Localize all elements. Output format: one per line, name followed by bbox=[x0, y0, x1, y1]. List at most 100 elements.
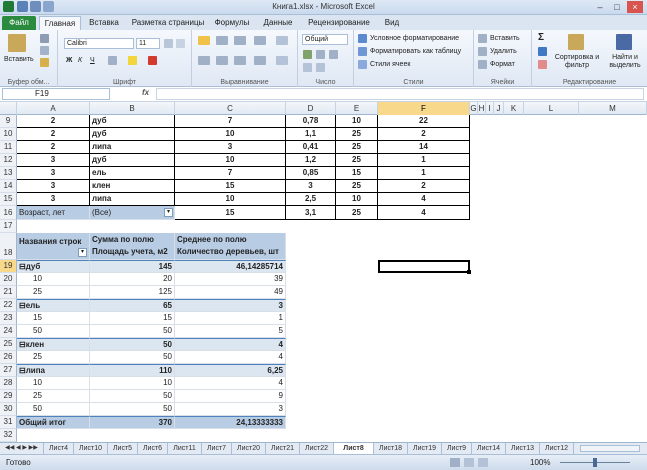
comma-style-icon[interactable] bbox=[329, 50, 338, 59]
sheet-tab[interactable]: Лист22 bbox=[300, 443, 334, 454]
cell[interactable]: дуб bbox=[90, 115, 175, 128]
pivot-item-label[interactable]: 25 bbox=[17, 390, 90, 403]
pivot-item-label[interactable]: 50 bbox=[17, 325, 90, 338]
find-select-button[interactable]: Найти и выделить bbox=[604, 54, 646, 70]
row-header[interactable]: 9 bbox=[0, 115, 17, 128]
row-header[interactable]: 23 bbox=[0, 312, 17, 325]
cell[interactable]: 15 bbox=[336, 167, 378, 180]
pivot-item-label[interactable]: 15 bbox=[17, 312, 90, 325]
autosum-button[interactable]: Σ bbox=[538, 33, 544, 43]
sheet-tab[interactable]: Лист4 bbox=[44, 443, 74, 454]
formula-input[interactable] bbox=[156, 88, 644, 100]
row-header[interactable]: 30 bbox=[0, 403, 17, 416]
format-table-button[interactable]: Форматировать как таблицу bbox=[370, 47, 461, 56]
indent-icon[interactable] bbox=[254, 56, 266, 65]
zoom-level[interactable]: 100% bbox=[530, 458, 550, 467]
cell[interactable]: 2 bbox=[17, 141, 90, 154]
pivot-item-label[interactable]: 10 bbox=[17, 273, 90, 286]
pivot-item-label[interactable]: 50 bbox=[17, 403, 90, 416]
cell[interactable]: 14 bbox=[378, 141, 470, 154]
format-painter-icon[interactable] bbox=[40, 58, 49, 67]
cell[interactable]: 0,78 bbox=[286, 115, 336, 128]
cell[interactable]: 50 bbox=[90, 403, 175, 416]
maximize-icon[interactable]: □ bbox=[609, 1, 625, 13]
underline-button[interactable]: Ч bbox=[90, 56, 95, 65]
number-format-select[interactable]: Общий bbox=[302, 34, 348, 45]
row-header[interactable]: 29 bbox=[0, 390, 17, 403]
bold-button[interactable]: Ж bbox=[66, 56, 72, 65]
fill-color-icon[interactable] bbox=[128, 56, 137, 65]
find-select-icon[interactable] bbox=[616, 34, 632, 50]
pivot-item-label[interactable]: 10 bbox=[17, 377, 90, 390]
align-middle-icon[interactable] bbox=[216, 36, 228, 45]
font-name-select[interactable]: Calibri bbox=[64, 38, 134, 49]
tab-home[interactable]: Главная bbox=[39, 16, 81, 30]
increase-decimal-icon[interactable] bbox=[303, 63, 312, 72]
sheet-tab-active[interactable]: Лист8 bbox=[334, 443, 374, 454]
cell-styles-button[interactable]: Стили ячеек bbox=[370, 60, 410, 69]
sheet-nav-arrows-icon[interactable]: ◀◀ ◀ ▶ ▶▶ bbox=[0, 443, 44, 454]
row-header[interactable]: 31 bbox=[0, 416, 17, 429]
sheet-tab[interactable]: Лист6 bbox=[138, 443, 168, 454]
row-header[interactable]: 18 bbox=[0, 233, 17, 260]
align-top-icon[interactable] bbox=[198, 36, 210, 45]
sheet-tab[interactable]: Лист12 bbox=[540, 443, 574, 454]
select-all-corner[interactable] bbox=[0, 102, 17, 115]
name-box[interactable]: F19 bbox=[2, 88, 110, 100]
cell[interactable]: 49 bbox=[175, 286, 286, 299]
cell[interactable]: 3 bbox=[17, 167, 90, 180]
delete-cells-button[interactable]: Удалить bbox=[490, 47, 517, 56]
cell[interactable]: клен bbox=[90, 180, 175, 193]
cut-icon[interactable] bbox=[40, 34, 49, 43]
sheet-tab[interactable]: Лист18 bbox=[374, 443, 408, 454]
insert-function-icon[interactable]: fx bbox=[142, 88, 149, 97]
tab-view[interactable]: Вид bbox=[380, 16, 404, 30]
cell[interactable]: 3 bbox=[17, 193, 90, 206]
filter-dropdown-icon[interactable]: ▾ bbox=[164, 208, 173, 217]
percent-icon[interactable] bbox=[316, 50, 325, 59]
cell[interactable]: 10 bbox=[175, 193, 286, 206]
cell[interactable]: 20 bbox=[90, 273, 175, 286]
row-header[interactable]: 10 bbox=[0, 128, 17, 141]
currency-icon[interactable] bbox=[303, 50, 312, 59]
merge-cells-icon[interactable] bbox=[276, 56, 288, 65]
conditional-format-icon[interactable] bbox=[358, 34, 367, 43]
cell[interactable]: липа bbox=[90, 193, 175, 206]
sheet-tab[interactable]: Лист11 bbox=[168, 443, 202, 454]
row-header[interactable]: 17 bbox=[0, 220, 17, 233]
copy-icon[interactable] bbox=[40, 46, 49, 55]
row-header[interactable]: 15 bbox=[0, 193, 17, 206]
page-layout-view-icon[interactable] bbox=[464, 458, 474, 467]
cell[interactable]: 4 bbox=[175, 377, 286, 390]
pivot-item-label[interactable]: 25 bbox=[17, 286, 90, 299]
pivot-group-label[interactable]: ⊟дуб bbox=[17, 260, 90, 273]
cell[interactable]: 25 bbox=[336, 128, 378, 141]
cell[interactable]: 25 bbox=[336, 206, 378, 220]
borders-icon[interactable] bbox=[108, 56, 117, 65]
tab-insert[interactable]: Вставка bbox=[84, 16, 124, 30]
sheet-tab[interactable]: Лист5 bbox=[108, 443, 138, 454]
clear-icon[interactable] bbox=[538, 60, 547, 69]
column-header[interactable]: K bbox=[504, 102, 524, 115]
cell[interactable]: 24,13333333 bbox=[175, 416, 286, 429]
decrease-decimal-icon[interactable] bbox=[316, 63, 325, 72]
row-header[interactable]: 11 bbox=[0, 141, 17, 154]
cell[interactable]: 22 bbox=[378, 115, 470, 128]
cell[interactable]: 25 bbox=[336, 180, 378, 193]
sheet-tab[interactable]: Лист20 bbox=[232, 443, 266, 454]
cell[interactable]: 2 bbox=[378, 180, 470, 193]
cell[interactable]: 3 bbox=[175, 141, 286, 154]
wrap-text-icon[interactable] bbox=[276, 36, 288, 45]
cell[interactable]: 3 bbox=[17, 180, 90, 193]
close-icon[interactable]: × bbox=[627, 1, 643, 13]
cell[interactable]: 7 bbox=[175, 167, 286, 180]
selected-cell[interactable] bbox=[378, 260, 470, 273]
row-header[interactable]: 16 bbox=[0, 206, 17, 220]
cell[interactable]: 4 bbox=[175, 338, 286, 351]
column-header[interactable]: L bbox=[524, 102, 579, 115]
cell[interactable]: дуб bbox=[90, 154, 175, 167]
insert-cells-icon[interactable] bbox=[478, 34, 487, 43]
font-color-icon[interactable] bbox=[148, 56, 157, 65]
row-header[interactable]: 24 bbox=[0, 325, 17, 338]
cell[interactable]: 50 bbox=[90, 338, 175, 351]
